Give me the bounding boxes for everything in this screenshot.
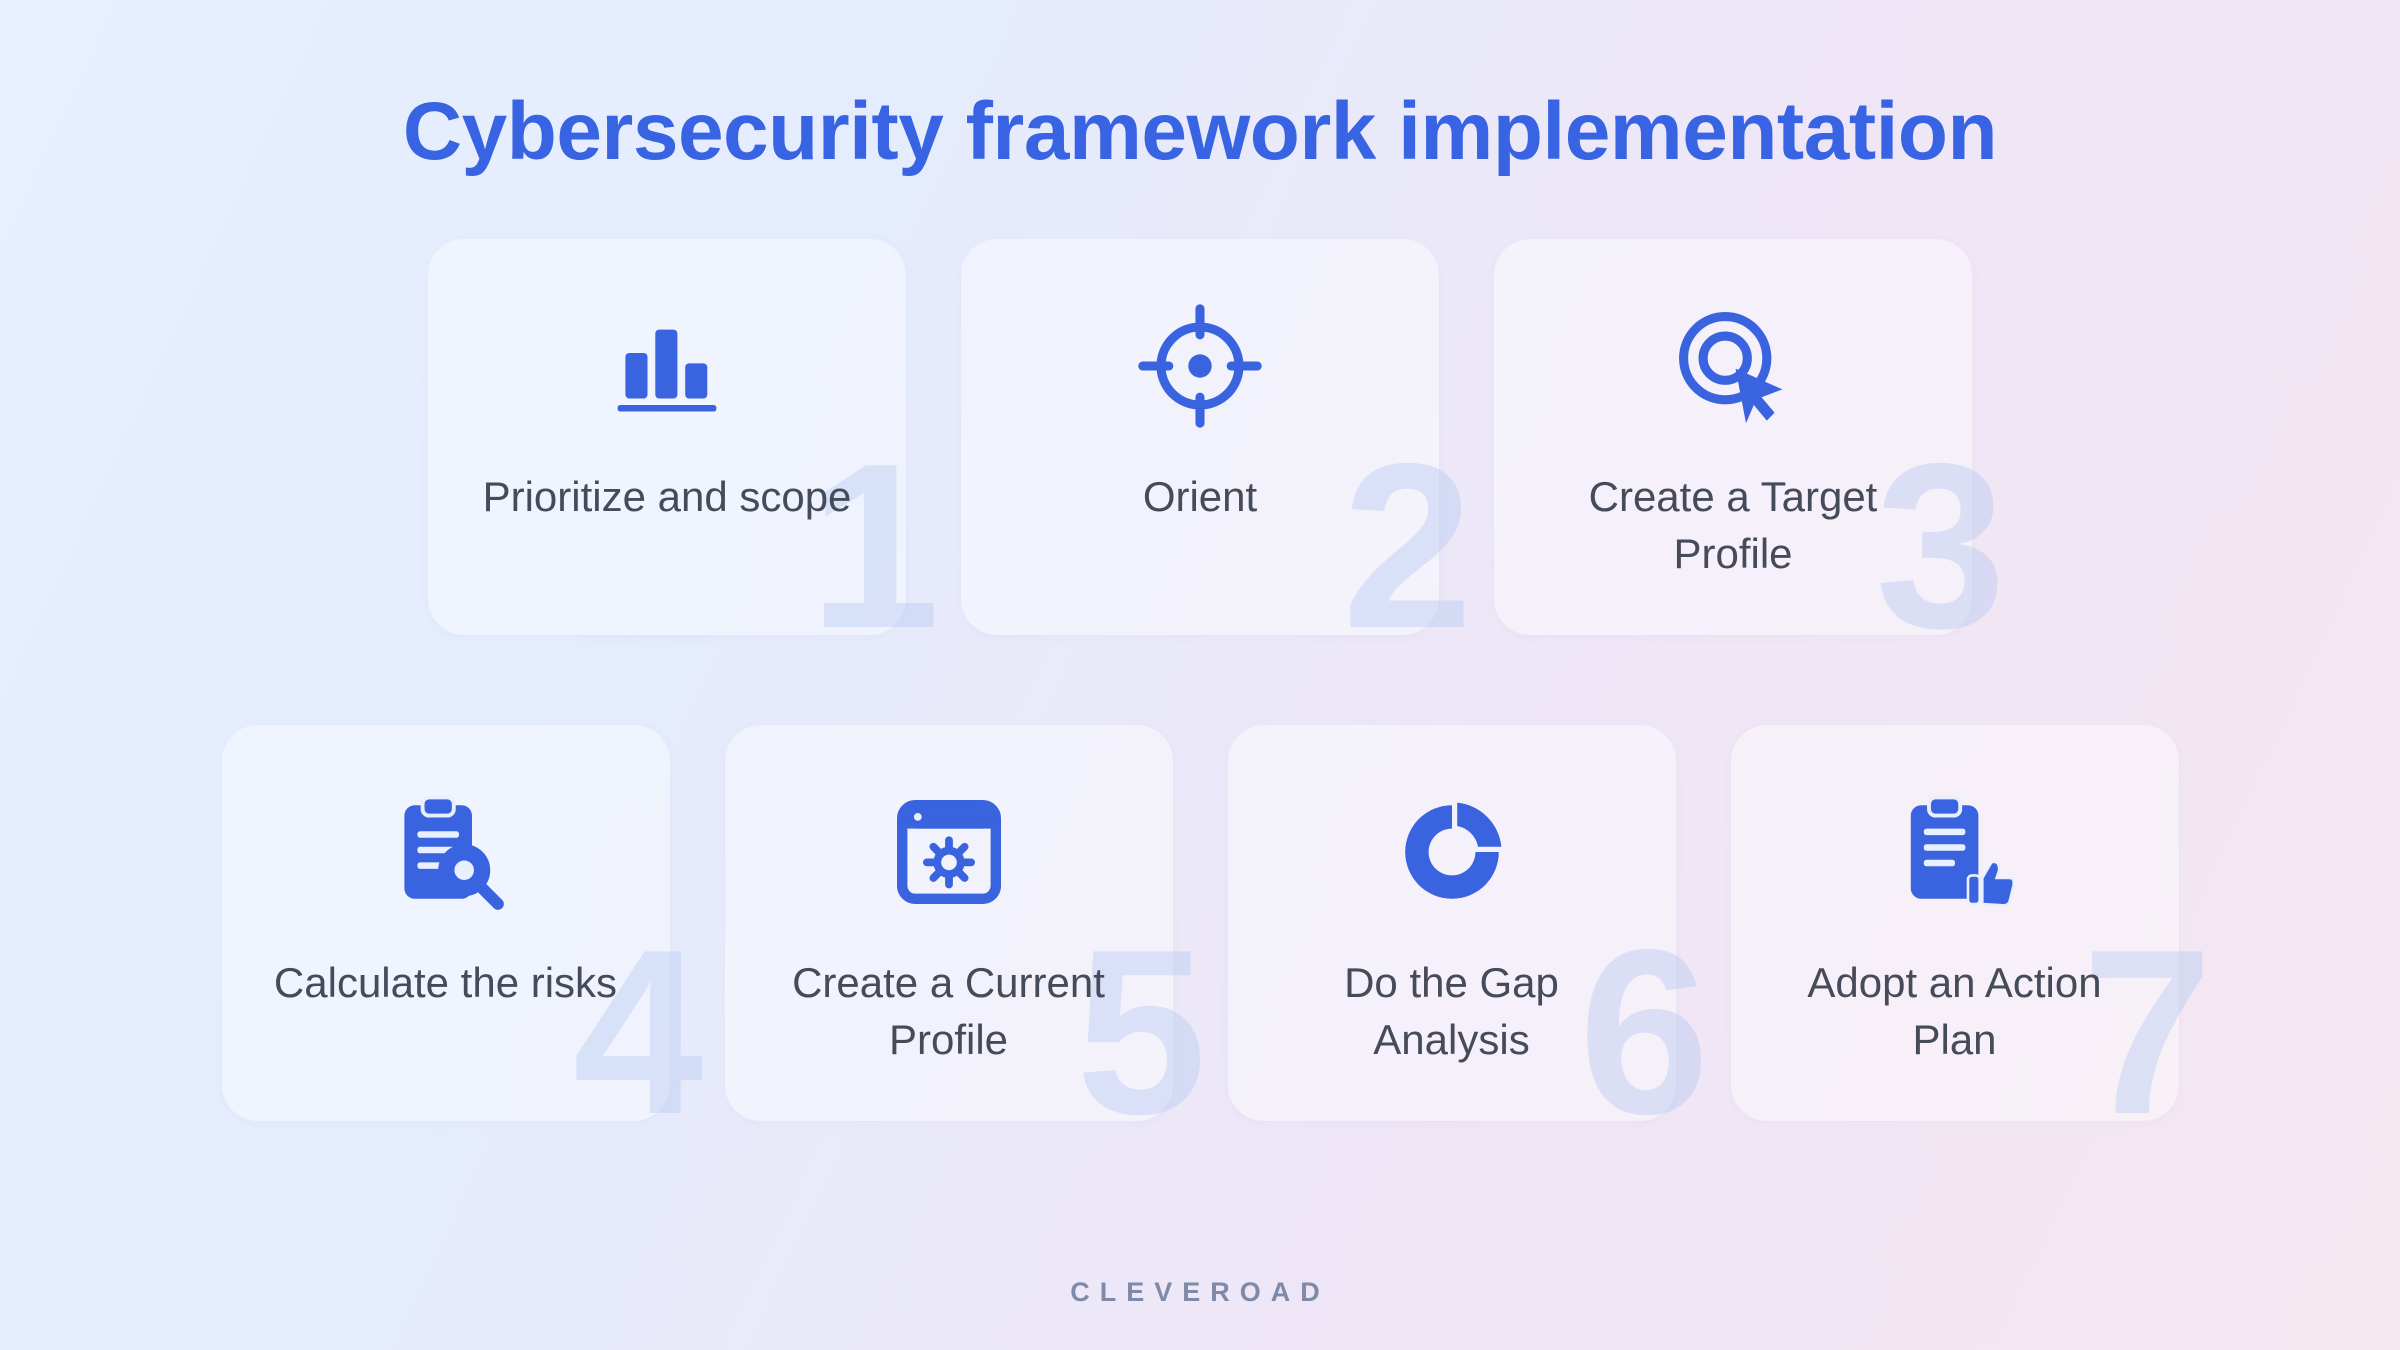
step-label: Calculate the risks (264, 955, 627, 1012)
donut-chart-icon (1387, 787, 1517, 917)
step-number: 2 (1342, 428, 1463, 663)
step-card-7: 7 Adopt an Action Plan (1731, 725, 2179, 1121)
step-label: Create a Current Profile (755, 955, 1143, 1068)
footer-brand: CLEVEROAD (0, 1277, 2400, 1308)
step-label: Do the Gap Analysis (1258, 955, 1646, 1068)
step-card-1: 1 Prioritize and scope (428, 239, 906, 635)
step-label: Prioritize and scope (473, 469, 862, 526)
clipboard-thumbs-icon (1890, 787, 2020, 917)
step-label: Orient (1133, 469, 1267, 526)
steps-container: 1 Prioritize and scope 2 (100, 239, 2300, 1121)
step-card-5: 5 (725, 725, 1173, 1121)
step-card-2: 2 Orient (961, 239, 1439, 635)
step-label: Create a Target Profile (1524, 469, 1942, 582)
row-top: 1 Prioritize and scope 2 (100, 239, 2300, 635)
step-number: 4 (573, 914, 694, 1149)
clipboard-search-icon (381, 787, 511, 917)
step-card-3: 3 Create a Target Profile (1494, 239, 1972, 635)
target-click-icon (1668, 301, 1798, 431)
step-label: Adopt an Action Plan (1761, 955, 2149, 1068)
window-gear-icon (884, 787, 1014, 917)
crosshair-icon (1135, 301, 1265, 431)
step-card-6: 6 Do the Gap Analysis (1228, 725, 1676, 1121)
step-number: 1 (809, 428, 930, 663)
step-card-4: 4 Calculate the risks (222, 725, 670, 1121)
page-title: Cybersecurity framework implementation (403, 85, 1997, 179)
bar-chart-icon (602, 301, 732, 431)
row-bottom: 4 Calculate the risks (100, 725, 2300, 1121)
diagram-canvas: Cybersecurity framework implementation 1… (0, 0, 2400, 1350)
